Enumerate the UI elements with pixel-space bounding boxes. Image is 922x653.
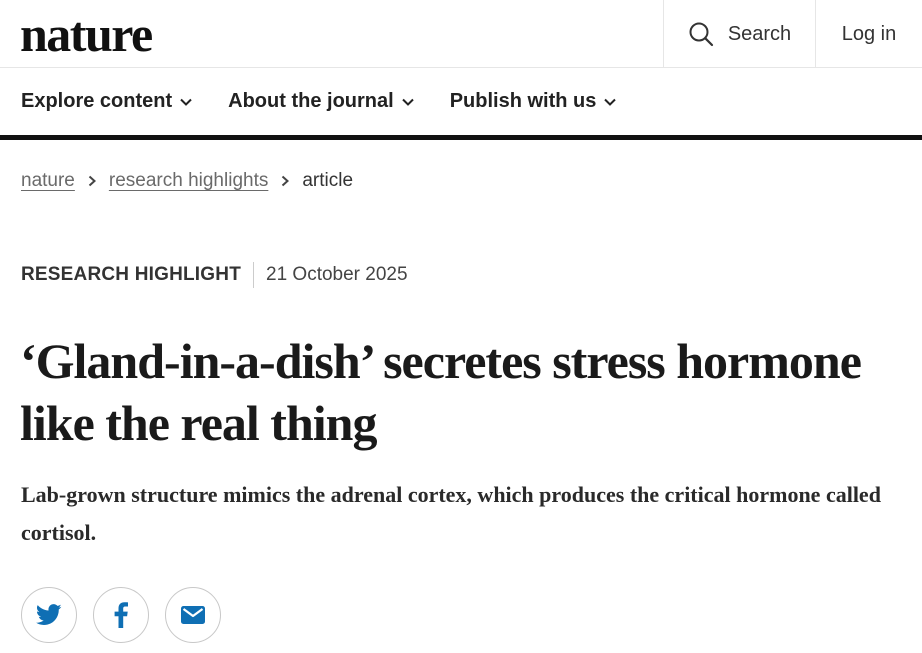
article-date: 21 October 2025: [266, 264, 408, 285]
article-title: ‘Gland-in-a-dish’ secretes stress hormon…: [20, 333, 862, 451]
search-label: Search: [727, 22, 792, 45]
article-meta: RESEARCH HIGHLIGHT 21 October 2025: [21, 262, 408, 288]
nav-label: About the journal: [228, 90, 394, 112]
share-facebook-button[interactable]: [93, 587, 149, 643]
breadcrumb: nature research highlights article: [21, 170, 353, 192]
breadcrumb-research-highlights[interactable]: research highlights: [109, 170, 268, 192]
chevron-down-icon: [401, 98, 414, 106]
article-type: RESEARCH HIGHLIGHT: [21, 264, 241, 285]
share-twitter-button[interactable]: [21, 587, 77, 643]
breadcrumb-nature[interactable]: nature: [21, 170, 75, 192]
chevron-down-icon: [604, 98, 617, 106]
main-nav: Explore content About the journal Publis…: [0, 68, 922, 140]
top-bar: nature Search Log in: [0, 0, 922, 68]
login-button[interactable]: Log in: [816, 0, 922, 68]
nav-label: Explore content: [21, 90, 173, 112]
nature-logo[interactable]: nature: [20, 6, 153, 62]
facebook-icon: [114, 602, 128, 628]
article-standfirst: Lab-grown structure mimics the adrenal c…: [21, 482, 881, 545]
search-button[interactable]: Search: [663, 0, 816, 68]
twitter-icon: [36, 604, 62, 625]
nav-label: Publish with us: [449, 90, 597, 112]
email-icon: [181, 606, 205, 624]
share-buttons: [21, 587, 221, 643]
share-email-button[interactable]: [165, 587, 221, 643]
search-icon: [689, 22, 713, 47]
chevron-down-icon: [180, 98, 192, 106]
meta-divider: [253, 262, 254, 288]
chevron-right-icon: [88, 175, 96, 187]
nav-explore-content[interactable]: Explore content: [21, 90, 192, 113]
chevron-right-icon: [282, 175, 290, 187]
nav-about-the-journal[interactable]: About the journal: [228, 90, 414, 113]
breadcrumb-current: article: [302, 170, 354, 191]
nav-publish-with-us[interactable]: Publish with us: [450, 90, 617, 113]
